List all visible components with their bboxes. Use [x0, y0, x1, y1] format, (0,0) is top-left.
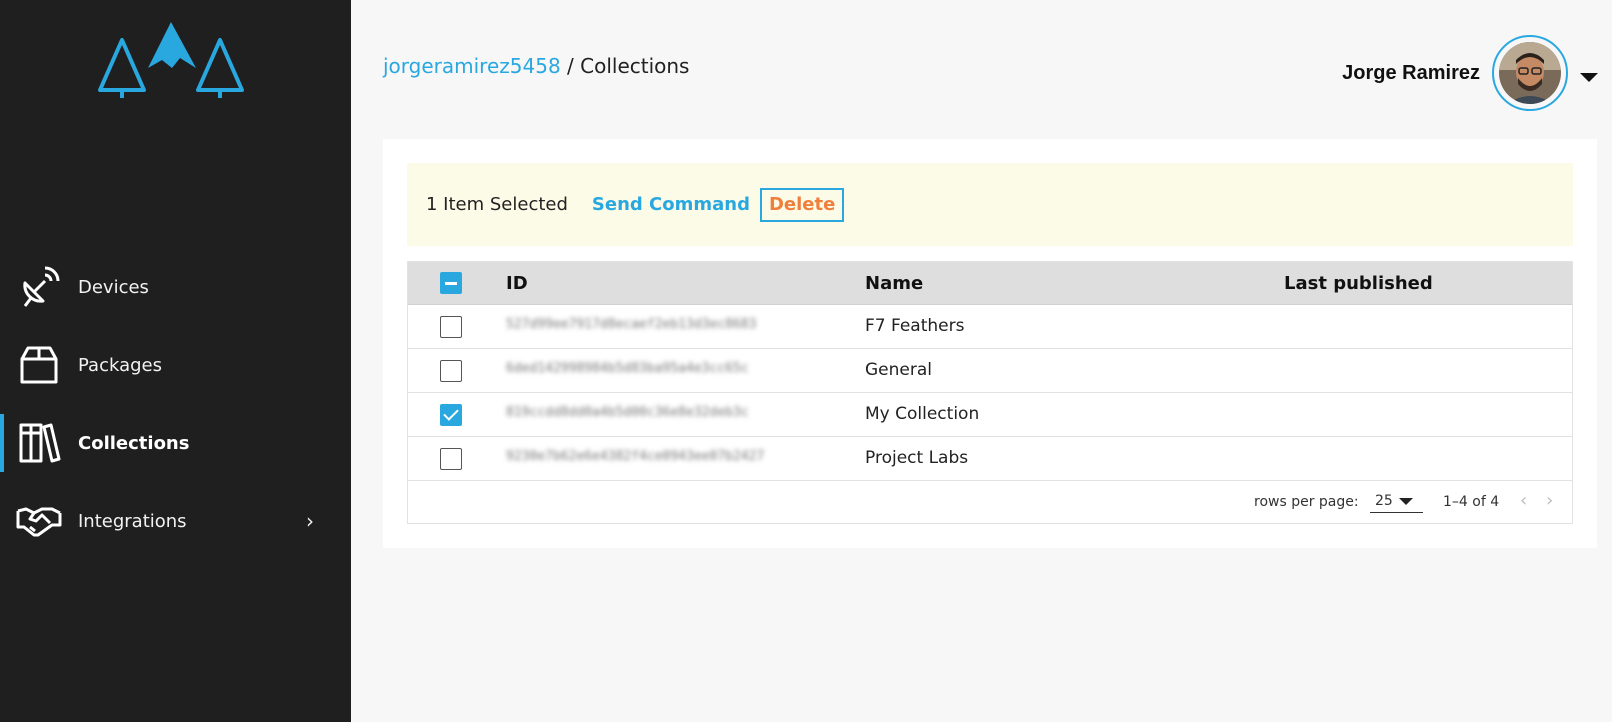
next-page-button[interactable]: ›	[1546, 490, 1553, 511]
collections-table: ID Name Last published 527d99ee7917d8eca…	[407, 261, 1573, 524]
send-command-button[interactable]: Send Command	[592, 194, 750, 215]
table-row[interactable]: 6ded142998984b5d83ba95a4e3cc65c General	[408, 349, 1572, 393]
breadcrumb-current-page: Collections	[580, 54, 690, 78]
breadcrumb: jorgeramirez5458 / Collections	[383, 54, 689, 78]
column-header-id[interactable]: ID	[506, 273, 528, 294]
sidebar-item-packages[interactable]: Packages	[0, 334, 351, 396]
breadcrumb-user-link[interactable]: jorgeramirez5458	[383, 54, 561, 78]
caret-down-icon	[1399, 498, 1413, 505]
user-name: Jorge Ramirez	[1342, 61, 1480, 84]
sidebar-item-label: Integrations	[78, 510, 187, 532]
breadcrumb-separator: /	[560, 54, 581, 78]
user-menu-caret-down-icon[interactable]	[1580, 72, 1598, 82]
user-menu: Jorge Ramirez	[1342, 34, 1598, 112]
avatar[interactable]	[1492, 35, 1568, 111]
row-id: 9230e7b62e6e4382f4ce0943ee07b2427	[506, 449, 765, 464]
row-checkbox[interactable]	[440, 448, 462, 470]
avatar-photo	[1499, 42, 1561, 104]
row-checkbox[interactable]	[440, 316, 462, 338]
table-row[interactable]: 819ccdd8dd0a4b5d00c36e8e32deb3c My Colle…	[408, 393, 1572, 437]
selection-toolbar: 1 Item Selected Send Command Delete	[407, 163, 1573, 246]
table-header: ID Name Last published	[408, 262, 1572, 305]
sidebar-item-label: Collections	[78, 432, 190, 454]
select-all-checkbox[interactable]	[440, 272, 462, 294]
row-name[interactable]: Project Labs	[865, 448, 968, 468]
column-header-last-published[interactable]: Last published	[1284, 273, 1433, 294]
row-id: 6ded142998984b5d83ba95a4e3cc65c	[506, 361, 749, 376]
previous-page-button[interactable]: ‹	[1520, 490, 1527, 511]
books-icon	[16, 420, 62, 466]
package-box-icon	[16, 342, 62, 388]
sidebar-item-collections[interactable]: Collections	[0, 412, 351, 474]
chevron-right-icon: ›	[306, 509, 314, 533]
row-name[interactable]: My Collection	[865, 404, 979, 424]
rows-per-page-value: 25	[1375, 493, 1393, 509]
table-row[interactable]: 527d99ee7917d8ecaef2eb13d3ec8683 F7 Feat…	[408, 305, 1572, 349]
table-row[interactable]: 9230e7b62e6e4382f4ce0943ee07b2427 Projec…	[408, 437, 1572, 481]
mountain-trees-logo[interactable]	[96, 20, 250, 102]
sidebar-item-label: Packages	[78, 354, 162, 376]
sidebar-item-integrations[interactable]: Integrations ›	[0, 490, 351, 552]
satellite-dish-icon	[16, 264, 62, 310]
row-id: 527d99ee7917d8ecaef2eb13d3ec8683	[506, 317, 757, 332]
table-pagination: rows per page: 25 1–4 of 4 ‹ ›	[408, 481, 1572, 523]
row-id: 819ccdd8dd0a4b5d00c36e8e32deb3c	[506, 405, 749, 420]
rows-per-page-select[interactable]: 25	[1370, 491, 1423, 513]
sidebar: Devices Packages Collections Integration…	[0, 0, 351, 722]
row-name[interactable]: F7 Feathers	[865, 316, 964, 336]
row-name[interactable]: General	[865, 360, 932, 380]
delete-button[interactable]: Delete	[759, 187, 845, 222]
sidebar-item-devices[interactable]: Devices	[0, 256, 351, 318]
selected-count: 1 Item Selected	[426, 194, 568, 215]
column-header-name[interactable]: Name	[865, 273, 923, 294]
handshake-icon	[16, 498, 62, 544]
sidebar-item-label: Devices	[78, 276, 149, 298]
collections-card: 1 Item Selected Send Command Delete ID N…	[383, 139, 1597, 548]
row-checkbox[interactable]	[440, 360, 462, 382]
row-checkbox[interactable]	[440, 404, 462, 426]
rows-per-page-label: rows per page:	[1254, 494, 1359, 510]
page-range: 1–4 of 4	[1443, 494, 1500, 510]
